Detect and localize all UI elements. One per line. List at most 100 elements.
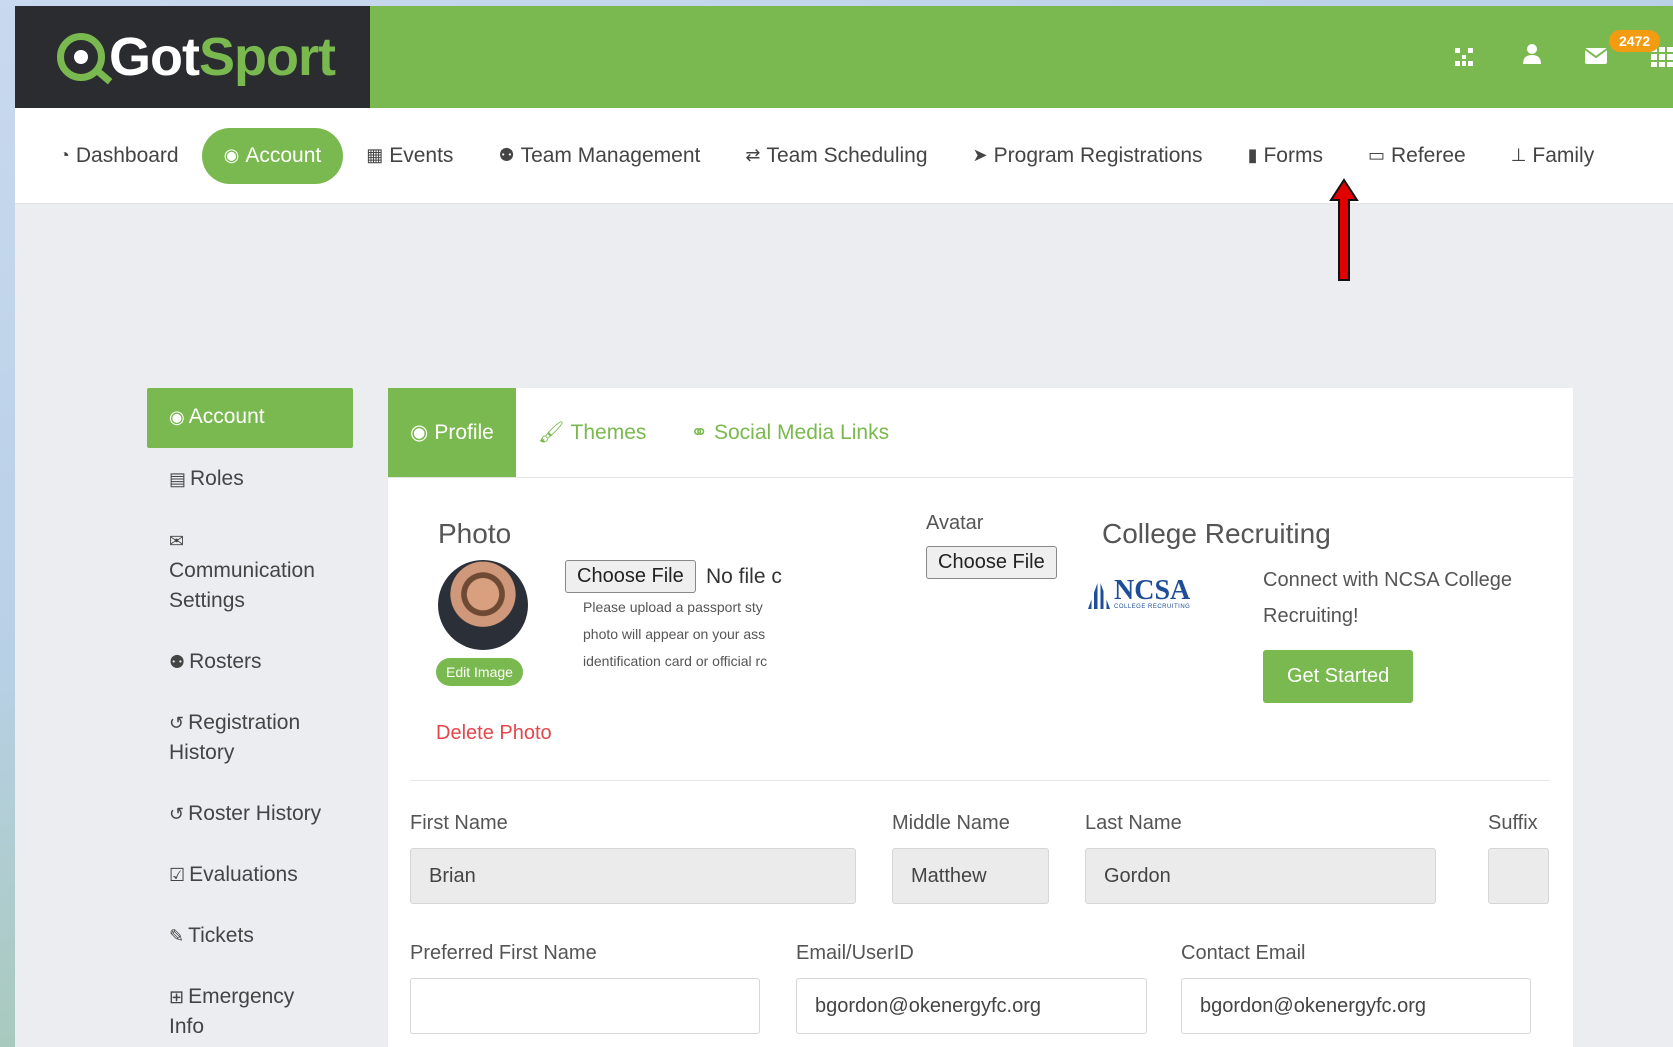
paper-plane-icon: ➤ xyxy=(972,145,988,165)
profile-tabs: ◉ Profile 🖌 Themes ⚭ Social Media Links xyxy=(388,388,1573,478)
nav-program-registrations[interactable]: ➤ Program Registrations xyxy=(951,128,1225,184)
user-circle-icon: ◉ xyxy=(169,407,185,427)
logo-mark-icon xyxy=(57,33,105,81)
nav-events[interactable]: ▦ Events xyxy=(344,128,475,184)
middle-name-label: Middle Name xyxy=(892,812,1010,834)
calendar-check-icon: ☑ xyxy=(169,865,186,885)
users-icon: ⚉ xyxy=(498,145,515,165)
gotsport-logo[interactable]: GotSport xyxy=(15,6,370,108)
sidebar-item-label: Tickets xyxy=(188,924,254,947)
sidebar-item-evaluations[interactable]: ☑ Evaluations xyxy=(147,846,353,904)
photo-choose-file-button[interactable]: Choose File xyxy=(565,560,696,593)
nav-label: Team Scheduling xyxy=(766,143,928,167)
logo-text: GotSport xyxy=(109,26,336,88)
tachometer-icon: ◔ xyxy=(59,145,70,165)
contact-email-field[interactable]: bgordon@okenergyfc.org xyxy=(1181,978,1531,1034)
nav-label: Family xyxy=(1532,143,1595,167)
history-icon: ↺ xyxy=(169,804,185,824)
sidebar-item-label: Evaluations xyxy=(189,863,298,886)
get-started-button[interactable]: Get Started xyxy=(1263,650,1414,703)
nav-forms[interactable]: ▮ Forms xyxy=(1226,128,1345,184)
last-name-field[interactable]: Gordon xyxy=(1085,848,1436,904)
ticket-icon: ✎ xyxy=(169,926,185,946)
sidebar-item-roster-history[interactable]: ↺ Roster History xyxy=(147,785,353,843)
user-circle-icon: ◉ xyxy=(223,145,240,165)
email-userid-field[interactable]: bgordon@okenergyfc.org xyxy=(796,978,1147,1034)
user-circle-icon: ◉ xyxy=(410,421,429,444)
header-icons: 2472 xyxy=(1419,6,1673,108)
profile-panel: ◉ Profile 🖌 Themes ⚭ Social Media Links Pho… xyxy=(388,388,1573,1047)
ncsa-logo[interactable]: NCSA COLLEGE RECRUITING xyxy=(1088,575,1191,610)
annotation-arrow-icon xyxy=(1329,178,1359,281)
logo-sport: Sport xyxy=(198,27,336,87)
sidebar-item-tickets[interactable]: ✎ Tickets xyxy=(147,907,353,965)
photo-title: Photo xyxy=(438,518,512,549)
nav-team-scheduling[interactable]: ⇄ Team Scheduling xyxy=(723,128,949,184)
photo-no-file-text: No file c xyxy=(706,565,782,588)
exchange-icon: ⇄ xyxy=(745,145,761,165)
sidebar-item-communication-settings[interactable]: ✉ Communication Settings xyxy=(147,512,353,630)
nav-label: Team Management xyxy=(520,143,701,167)
sidebar-item-rosters[interactable]: ⚉ Rosters xyxy=(147,633,353,691)
middle-name-field[interactable]: Matthew xyxy=(892,848,1049,904)
ncsa-logo-text: NCSA xyxy=(1114,575,1191,606)
preferred-first-name-field[interactable] xyxy=(410,978,760,1034)
envelope-outline-icon: ✉ xyxy=(169,531,185,551)
last-name-label: Last Name xyxy=(1085,812,1182,834)
first-name-label: First Name xyxy=(410,812,508,834)
avatar-choose-file-button[interactable]: Choose File xyxy=(926,546,1057,579)
nav-account[interactable]: ◉ Account xyxy=(201,127,344,184)
nav-dashboard[interactable]: ◔ Dashboard xyxy=(37,128,201,184)
app-window: GotSport 2472 ◔ Dashboard ◉ Account ▦ Event… xyxy=(15,6,1673,1047)
sidebar-item-account[interactable]: ◉ Account xyxy=(147,388,353,448)
nav-label: Referee xyxy=(1390,143,1466,167)
contact-email-label: Contact Email xyxy=(1181,942,1306,964)
first-name-field[interactable]: Brian xyxy=(410,848,856,904)
sitemap-icon: ⊥ xyxy=(1510,145,1527,165)
tab-label: Profile xyxy=(434,420,494,444)
tab-themes[interactable]: 🖌 Themes xyxy=(516,388,669,477)
account-sidebar: ◉ Account ▤ Roles ✉ Communication Settings … xyxy=(147,388,353,1047)
mail-count-badge: 2472 xyxy=(1609,30,1661,52)
college-recruiting-title: College Recruiting xyxy=(1102,518,1331,549)
sidebar-item-emergency-info[interactable]: ⊞ Emergency Info xyxy=(147,968,327,1047)
suffix-field[interactable] xyxy=(1488,848,1549,904)
delete-photo-link[interactable]: Delete Photo xyxy=(436,722,552,745)
tab-label: Social Media Links xyxy=(714,420,890,444)
photo-hint-line: identification card or official rc xyxy=(583,653,768,669)
tab-profile[interactable]: ◉ Profile xyxy=(388,388,516,477)
nav-family[interactable]: ⊥ Family xyxy=(1489,128,1617,184)
email-userid-label: Email/UserID xyxy=(796,942,914,964)
nav-label: Account xyxy=(245,143,322,167)
nav-team-management[interactable]: ⚉ Team Management xyxy=(476,128,722,184)
sidebar-item-label: Roles xyxy=(190,467,244,490)
sidebar-item-roles[interactable]: ▤ Roles xyxy=(147,450,353,508)
ncsa-description: Connect with NCSA College Recruiting! xyxy=(1263,569,1513,627)
qr-code-icon[interactable] xyxy=(1455,48,1473,66)
sidebar-item-label: Roster History xyxy=(188,802,322,825)
link-icon: ⚭ xyxy=(690,421,708,444)
nav-label: Forms xyxy=(1263,143,1323,167)
paint-brush-icon: 🖌 xyxy=(537,420,565,444)
top-header: GotSport 2472 xyxy=(15,6,1673,108)
main-nav: ◔ Dashboard ◉ Account ▦ Events ⚉ Team Manage… xyxy=(15,108,1673,204)
nav-referee[interactable]: ▭ Referee xyxy=(1346,128,1488,184)
envelope-icon[interactable]: 2472 xyxy=(1584,30,1661,70)
nav-label: Dashboard xyxy=(75,143,179,167)
ncsa-mark-icon xyxy=(1088,579,1110,609)
section-divider xyxy=(410,780,1550,781)
sidebar-item-label: Account xyxy=(188,405,265,428)
user-icon[interactable] xyxy=(1523,44,1541,70)
sidebar-item-label: Rosters xyxy=(189,650,262,673)
photo-hint-line: photo will appear on your ass xyxy=(583,626,766,642)
tab-social-media-links[interactable]: ⚭ Social Media Links xyxy=(668,388,911,477)
plus-square-icon: ⊞ xyxy=(169,987,185,1007)
tab-label: Themes xyxy=(570,420,647,444)
edit-image-button[interactable]: Edit Image xyxy=(436,658,523,686)
preferred-first-name-label: Preferred First Name xyxy=(410,942,597,964)
ncsa-logo-sub: COLLEGE RECRUITING xyxy=(1114,604,1191,610)
calendar-empty-icon: ▭ xyxy=(1367,145,1385,165)
sidebar-item-registration-history[interactable]: ↺ Registration History xyxy=(147,694,353,782)
profile-photo xyxy=(438,560,528,650)
sidebar-item-label: Communication Settings xyxy=(169,559,315,612)
